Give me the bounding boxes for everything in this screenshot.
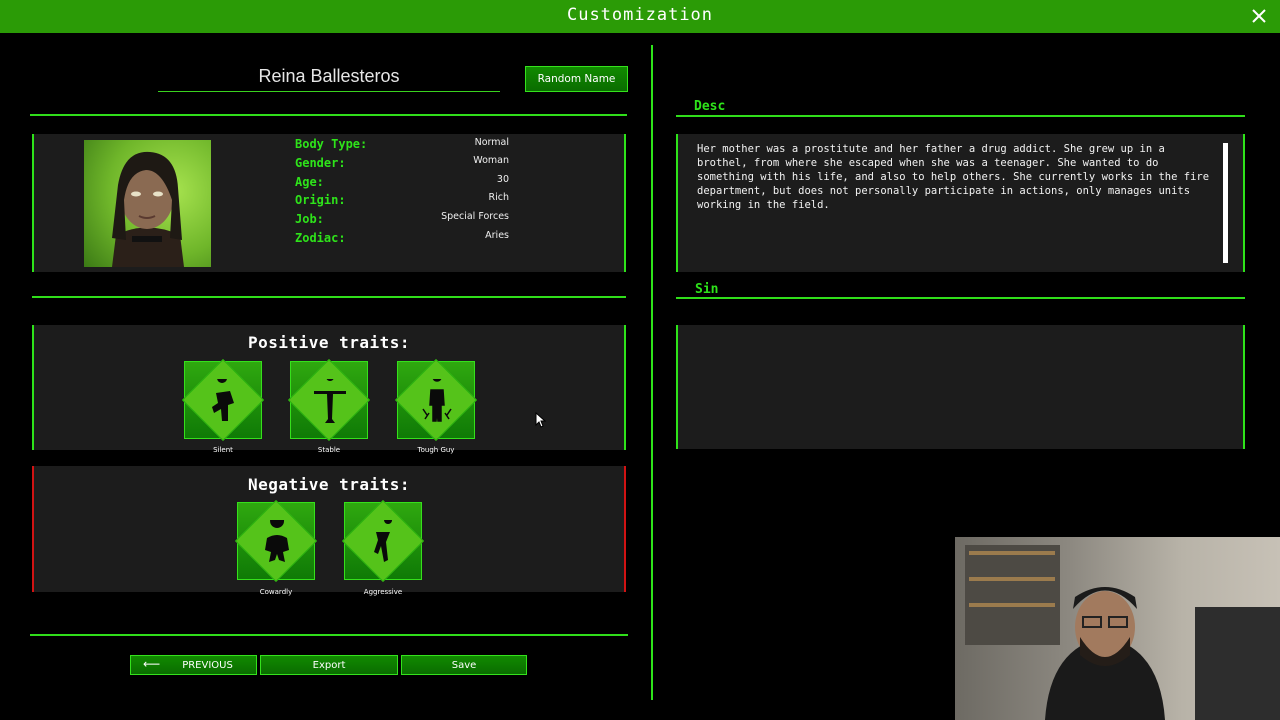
stat-value-body-type: Normal (474, 137, 509, 148)
character-portrait (84, 140, 211, 267)
stable-trait-icon (314, 379, 346, 423)
stat-value-gender: Woman (473, 155, 509, 166)
stat-label-gender: Gender: (295, 156, 346, 170)
desc-scrollbar[interactable] (1223, 143, 1228, 263)
stat-label-age: Age: (295, 175, 324, 189)
trait-label-cowardly: Cowardly (259, 588, 293, 596)
stat-value-job: Special Forces (441, 211, 509, 222)
mouse-cursor-icon (535, 412, 547, 428)
aggressive-trait-icon (374, 520, 393, 562)
save-button[interactable]: Save (401, 655, 527, 675)
tough-guy-trait-icon (422, 379, 452, 422)
stat-value-origin: Rich (488, 192, 509, 203)
stat-label-zodiac: Zodiac: (295, 231, 346, 245)
webcam-overlay (955, 537, 1280, 720)
divider-line (30, 114, 627, 116)
close-icon (1252, 9, 1266, 23)
cowardly-trait-icon (265, 520, 289, 562)
previous-button[interactable]: ⟵ PREVIOUS (130, 655, 257, 675)
stat-label-origin: Origin: (295, 193, 346, 207)
trait-stable[interactable] (287, 358, 371, 442)
divider-line (30, 634, 628, 636)
random-name-button[interactable]: Random Name (525, 66, 628, 92)
trait-aggressive[interactable] (341, 499, 425, 583)
character-name-field[interactable]: Reina Ballesteros (158, 62, 500, 92)
trait-tough-guy[interactable] (394, 358, 478, 442)
export-button[interactable]: Export (260, 655, 398, 675)
close-button[interactable] (1248, 5, 1270, 27)
stat-value-age: 30 (496, 174, 509, 185)
previous-label: PREVIOUS (182, 659, 233, 671)
title-bar: Customization (0, 0, 1280, 33)
divider-line (676, 115, 1245, 117)
desc-label: Desc (694, 99, 726, 114)
trait-silent[interactable] (181, 358, 265, 442)
trait-label-aggressive: Aggressive (363, 588, 403, 596)
trait-cowardly[interactable] (234, 499, 318, 583)
stat-label-job: Job: (295, 212, 324, 226)
column-divider (651, 45, 653, 700)
trait-label-stable: Stable (317, 446, 341, 454)
silent-trait-icon (212, 379, 234, 421)
trait-label-silent: Silent (213, 446, 233, 454)
stat-label-body-type: Body Type: (295, 137, 368, 151)
divider-line (32, 296, 626, 298)
positive-traits-title: Positive traits: (247, 333, 411, 352)
sin-label: Sin (695, 282, 719, 297)
stat-value-zodiac: Aries (485, 230, 509, 241)
arrow-left-icon: ⟵ (143, 657, 161, 671)
sin-panel (676, 325, 1245, 449)
window-title: Customization (566, 5, 714, 25)
desc-text: Her mother was a prostitute and her fath… (697, 143, 1210, 211)
negative-traits-title: Negative traits: (247, 475, 411, 494)
trait-label-tough-guy: Tough Guy (417, 446, 455, 454)
divider-line (676, 297, 1245, 299)
